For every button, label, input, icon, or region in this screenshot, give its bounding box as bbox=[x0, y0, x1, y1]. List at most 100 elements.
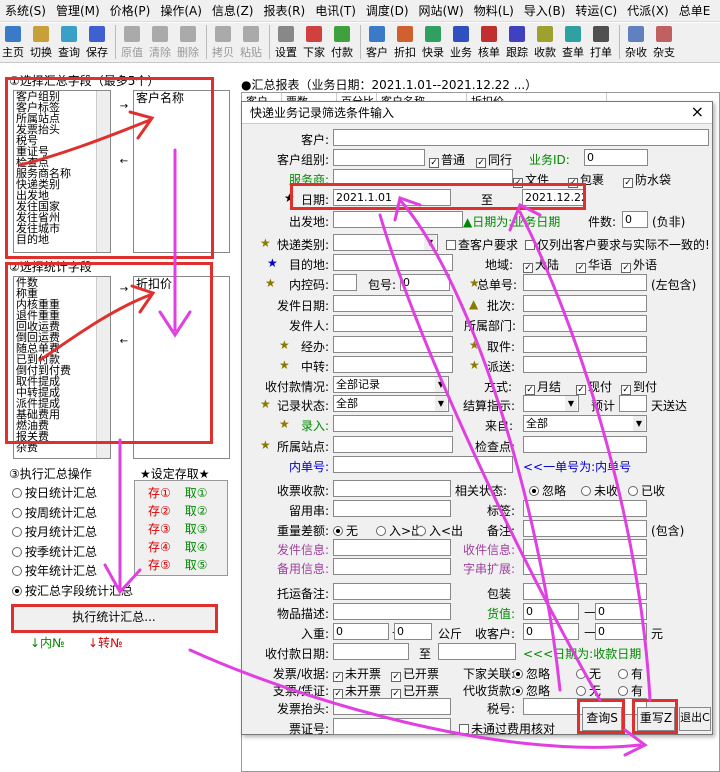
checkbox[interactable]: ✓ 文件 bbox=[513, 171, 549, 188]
menu-item[interactable]: 代派(X) bbox=[622, 2, 674, 19]
group-input[interactable] bbox=[333, 149, 425, 166]
checkbox[interactable]: ✓ 已开票 bbox=[391, 682, 439, 699]
summary-option[interactable]: 按月统计汇总 bbox=[12, 523, 133, 543]
execute-summary-button[interactable]: 执行统计汇总... bbox=[12, 606, 216, 631]
handler-input[interactable] bbox=[333, 336, 453, 353]
site-input[interactable] bbox=[333, 436, 453, 453]
toolbar-button[interactable]: 拷贝 bbox=[210, 26, 236, 62]
batch-input[interactable] bbox=[523, 295, 647, 312]
reset-button[interactable]: 重写Z bbox=[637, 707, 675, 731]
radio-option[interactable]: 忽略 bbox=[529, 482, 566, 499]
checkbox[interactable]: 仅列出客户要求与实际不一致的! bbox=[525, 236, 710, 253]
selected-field-item[interactable]: 客户名称 bbox=[134, 91, 229, 105]
send-info-input[interactable] bbox=[333, 539, 451, 556]
menu-item[interactable]: 物料(L) bbox=[469, 2, 519, 19]
radio-option[interactable]: 有 bbox=[618, 665, 643, 682]
inner-code-input[interactable] bbox=[333, 274, 357, 291]
checkbox[interactable]: ✓ 防水袋 bbox=[623, 171, 671, 188]
cert-no-input[interactable] bbox=[333, 718, 451, 735]
value-to-input[interactable]: 0 bbox=[595, 603, 647, 620]
load-slot-button[interactable]: 取④ bbox=[185, 540, 208, 554]
consign-input[interactable] bbox=[333, 583, 451, 600]
menu-item[interactable]: 操作(A) bbox=[155, 2, 207, 19]
date-from-input[interactable]: 2021.1.01 bbox=[333, 189, 451, 206]
exit-button[interactable]: 退出C bbox=[679, 707, 711, 731]
radio-option[interactable]: 忽略 bbox=[513, 682, 550, 699]
radio-option[interactable]: 无 bbox=[576, 682, 601, 699]
save-slot-button[interactable]: 存③ bbox=[148, 522, 171, 536]
checkbox[interactable]: ✓ 同行 bbox=[476, 151, 512, 168]
checkbox[interactable]: ✓ 包裹 bbox=[568, 171, 604, 188]
entry-input[interactable] bbox=[333, 415, 453, 432]
tag-input[interactable] bbox=[523, 500, 647, 517]
send-date-input[interactable] bbox=[333, 295, 453, 312]
radio-option[interactable]: 入<出 bbox=[416, 522, 463, 539]
checkbox[interactable]: ✓ 现付 bbox=[576, 378, 612, 395]
bizid-input[interactable]: 0 bbox=[584, 149, 648, 166]
toolbar-button[interactable]: 切换 bbox=[28, 26, 54, 62]
paydate-from-input[interactable] bbox=[333, 643, 409, 660]
dept-input[interactable] bbox=[523, 315, 647, 332]
radio-option[interactable]: 忽略 bbox=[513, 665, 550, 682]
load-slot-button[interactable]: 取⑤ bbox=[185, 558, 208, 572]
selected-stat-item[interactable]: 折扣价 bbox=[134, 277, 229, 291]
recstat-select[interactable]: 全部 bbox=[333, 395, 449, 412]
load-slot-button[interactable]: 取② bbox=[185, 504, 208, 518]
dest-input[interactable] bbox=[333, 254, 453, 271]
load-slot-button[interactable]: 取① bbox=[185, 486, 208, 500]
radio-option[interactable]: 有 bbox=[618, 682, 643, 699]
selected-summary-fields-list[interactable]: 客户名称 bbox=[133, 90, 230, 253]
toolbar-button[interactable]: 付款 bbox=[329, 26, 355, 62]
recv-input[interactable] bbox=[333, 480, 451, 497]
menu-item[interactable]: 网站(W) bbox=[414, 2, 469, 19]
menu-item[interactable]: 管理(M) bbox=[51, 2, 105, 19]
provider-input[interactable] bbox=[333, 169, 513, 186]
checkbox[interactable]: ✓ 大陆 bbox=[523, 256, 559, 273]
menu-item[interactable]: 导入(B) bbox=[519, 2, 571, 19]
check-input[interactable] bbox=[523, 436, 647, 453]
save-slot-button[interactable]: 存② bbox=[148, 504, 171, 518]
income-to-input[interactable]: 0 bbox=[595, 623, 647, 640]
toolbar-button[interactable]: 粘贴 bbox=[238, 26, 264, 62]
summary-option[interactable]: 按汇总字段统计汇总 bbox=[12, 582, 133, 602]
menu-item[interactable]: 系统(S) bbox=[0, 2, 51, 19]
toolbar-button[interactable]: 设置 bbox=[273, 26, 299, 62]
toolbar-button[interactable]: 杂收 bbox=[623, 26, 649, 62]
query-button[interactable]: 查询S bbox=[582, 707, 622, 731]
toolbar-button[interactable]: 杂支 bbox=[651, 26, 677, 62]
type-select[interactable] bbox=[333, 234, 438, 251]
sender-input[interactable] bbox=[333, 315, 453, 332]
toolbar-button[interactable]: 折扣 bbox=[392, 26, 418, 62]
checkbox[interactable]: ✓ 已开票 bbox=[391, 665, 439, 682]
toolbar-button[interactable]: 核单 bbox=[476, 26, 502, 62]
paydate-to-input[interactable] bbox=[438, 643, 516, 660]
customer-input[interactable] bbox=[333, 129, 709, 146]
save-slot-button[interactable]: 存④ bbox=[148, 540, 171, 554]
backup-info-input[interactable] bbox=[333, 558, 451, 575]
remove-stat-button[interactable]: ← bbox=[113, 335, 135, 349]
summary-option[interactable]: 按日统计汇总 bbox=[12, 484, 133, 504]
weight-from-input[interactable]: 0 bbox=[333, 623, 389, 640]
checkbox[interactable]: 未通过费用核对 bbox=[459, 720, 555, 737]
from-select[interactable]: 全部 bbox=[523, 415, 647, 432]
keep-input[interactable] bbox=[333, 500, 451, 517]
add-field-button[interactable]: → bbox=[113, 100, 135, 114]
remove-field-button[interactable]: ← bbox=[113, 155, 135, 169]
checkbox[interactable]: ✓ 未开票 bbox=[333, 665, 381, 682]
toolbar-button[interactable]: 主页 bbox=[0, 26, 26, 62]
days-input[interactable] bbox=[619, 395, 647, 412]
radio-option[interactable]: 未收 bbox=[581, 482, 618, 499]
load-slot-button[interactable]: 取③ bbox=[185, 522, 208, 536]
pack-input[interactable] bbox=[523, 583, 647, 600]
checkbox[interactable]: ✓ 外语 bbox=[621, 256, 657, 273]
summary-option[interactable]: 按季统计汇总 bbox=[12, 543, 133, 563]
close-icon[interactable]: × bbox=[691, 104, 704, 120]
master-input[interactable] bbox=[523, 274, 647, 291]
radio-option[interactable]: 无 bbox=[576, 665, 601, 682]
goods-input[interactable] bbox=[333, 603, 451, 620]
toolbar-button[interactable]: 收款 bbox=[532, 26, 558, 62]
checkbox[interactable]: ✓ 普通 bbox=[429, 151, 465, 168]
value-from-input[interactable]: 0 bbox=[523, 603, 579, 620]
add-stat-button[interactable]: → bbox=[113, 283, 135, 297]
bag-input[interactable]: 0 bbox=[400, 274, 450, 291]
